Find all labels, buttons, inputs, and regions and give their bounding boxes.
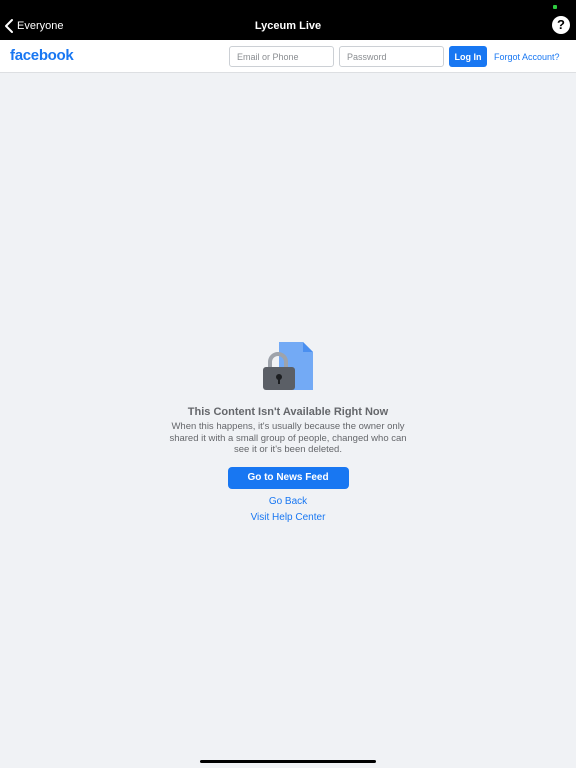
password-field[interactable] [339,46,444,67]
nav-bar: Everyone Lyceum Live ? [0,0,576,40]
facebook-logo[interactable]: facebook [10,47,74,64]
login-button[interactable]: Log In [449,46,487,67]
go-back-link[interactable]: Go Back [218,496,358,507]
lock-icon [261,340,315,392]
nav-title: Lyceum Live [254,20,322,32]
content-description: When this happens, it's usually because … [169,421,407,455]
email-field[interactable] [229,46,334,67]
forgot-account-link[interactable]: Forgot Account? [494,52,560,62]
content-unavailable-panel: This Content Isn't Available Right Now W… [0,340,576,523]
facebook-header: facebook Log In Forgot Account? [0,40,576,73]
visit-help-center-link[interactable]: Visit Help Center [218,512,358,523]
content-title: This Content Isn't Available Right Now [187,406,389,418]
help-button[interactable]: ? [552,16,570,34]
home-indicator [200,760,376,763]
go-to-news-feed-button[interactable]: Go to News Feed [227,466,349,489]
status-indicator [553,5,557,9]
